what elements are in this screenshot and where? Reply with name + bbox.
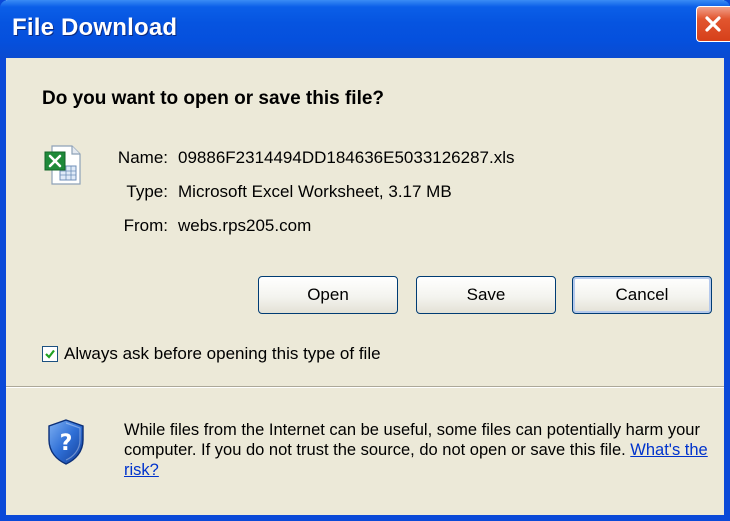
file-download-dialog: File Download Do you want to open or sav… [0,0,730,521]
open-button[interactable]: Open [258,276,398,314]
close-button[interactable] [696,6,730,42]
close-icon [705,16,721,32]
svg-text:?: ? [60,431,73,456]
always-ask-checkbox[interactable] [42,346,58,362]
from-label: From: [123,216,168,235]
file-source-value: webs.rps205.com [178,216,312,235]
file-name-value: 09886F2314494DD184636E5033126287.xls [178,148,515,167]
file-info-panel: Do you want to open or save this file? N… [6,58,724,386]
always-ask-label[interactable]: Always ask before opening this type of f… [64,344,381,364]
file-type-value: Microsoft Excel Worksheet, 3.17 MB [178,182,452,201]
security-warning-text: While files from the Internet can be use… [124,420,724,480]
checkmark-icon [45,349,55,359]
warning-message: While files from the Internet can be use… [124,421,700,459]
security-shield-icon: ? [46,418,86,466]
always-ask-option[interactable]: Always ask before opening this type of f… [42,344,381,364]
dialog-question: Do you want to open or save this file? [42,88,385,109]
title-bar[interactable]: File Download [0,0,730,58]
excel-file-icon [42,144,84,186]
name-label: Name: [117,148,168,167]
type-label: Type: [126,182,168,201]
window-title: File Download [12,14,178,41]
save-button[interactable]: Save [416,276,556,314]
security-warning-panel: ? While files from the Internet can be u… [6,388,724,515]
cancel-button[interactable]: Cancel [572,276,712,314]
